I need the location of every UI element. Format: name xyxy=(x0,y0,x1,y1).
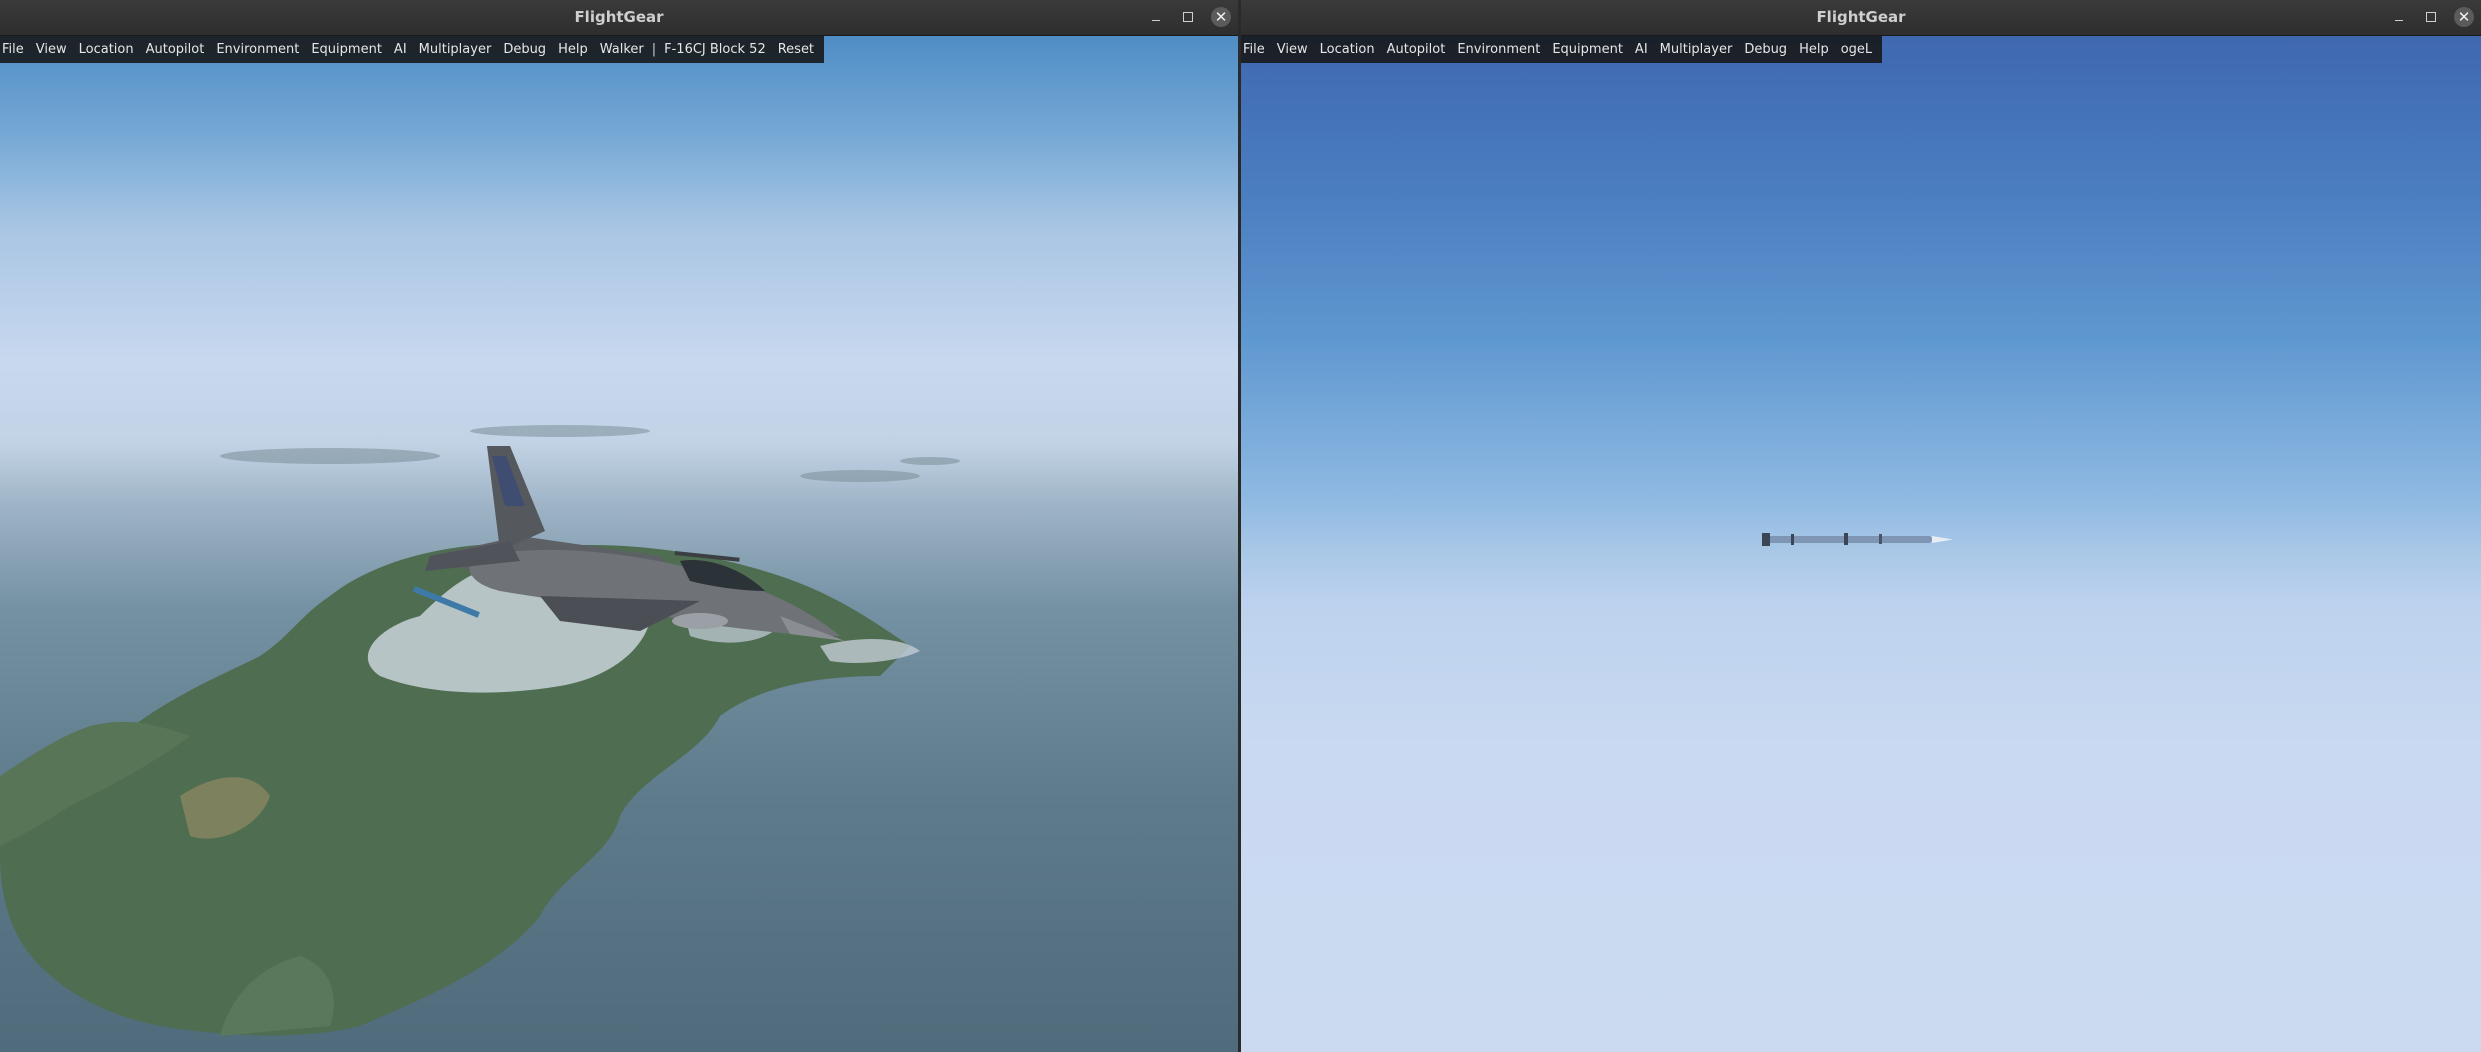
menu-location[interactable]: Location xyxy=(73,36,140,63)
menu-bar: File View Location Autopilot Environment… xyxy=(1241,36,1883,63)
scene-graphics xyxy=(0,425,960,1036)
flightgear-window-left: FlightGear ✕ File View Location Autopilo… xyxy=(0,0,1238,1052)
menu-walker[interactable]: Walker xyxy=(594,36,650,63)
menu-autopilot[interactable]: Autopilot xyxy=(1381,36,1452,63)
simulator-viewport[interactable] xyxy=(0,36,1238,1052)
menu-environment[interactable]: Environment xyxy=(1451,36,1546,63)
menu-environment[interactable]: Environment xyxy=(210,36,305,63)
menu-separator: | xyxy=(651,42,657,57)
menu-view[interactable]: View xyxy=(30,36,73,63)
window-title: FlightGear xyxy=(574,8,664,26)
menu-help[interactable]: Help xyxy=(552,36,594,63)
menu-ogel[interactable]: ogeL xyxy=(1835,36,1878,63)
menu-multiplayer[interactable]: Multiplayer xyxy=(413,36,498,63)
menu-debug[interactable]: Debug xyxy=(1738,36,1793,63)
menu-ai[interactable]: AI xyxy=(388,36,413,63)
menu-multiplayer[interactable]: Multiplayer xyxy=(1654,36,1739,63)
menu-autopilot[interactable]: Autopilot xyxy=(140,36,211,63)
maximize-icon[interactable] xyxy=(1178,7,1198,27)
simulator-viewport[interactable] xyxy=(1241,36,2481,1052)
minimize-icon[interactable] xyxy=(1146,7,1166,27)
menu-bar: File View Location Autopilot Environment… xyxy=(0,36,825,63)
menu-location[interactable]: Location xyxy=(1314,36,1381,63)
menu-debug[interactable]: Debug xyxy=(497,36,552,63)
flightgear-window-right: FlightGear ✕ File View Location Autopilo… xyxy=(1241,0,2481,1052)
window-titlebar[interactable]: FlightGear ✕ xyxy=(0,0,1238,36)
maximize-icon[interactable] xyxy=(2421,7,2441,27)
menu-reset[interactable]: Reset xyxy=(772,36,820,63)
menu-ai[interactable]: AI xyxy=(1629,36,1654,63)
menu-help[interactable]: Help xyxy=(1793,36,1835,63)
menu-equipment[interactable]: Equipment xyxy=(305,36,388,63)
menu-view[interactable]: View xyxy=(1271,36,1314,63)
menu-file[interactable]: File xyxy=(1241,36,1271,63)
f16-aircraft xyxy=(412,446,845,641)
menu-aircraft[interactable]: F-16CJ Block 52 xyxy=(658,36,772,63)
minimize-icon[interactable] xyxy=(2389,7,2409,27)
menu-equipment[interactable]: Equipment xyxy=(1546,36,1629,63)
close-icon[interactable]: ✕ xyxy=(2454,7,2474,27)
menu-file[interactable]: File xyxy=(0,36,30,63)
close-icon[interactable]: ✕ xyxy=(1211,7,1231,27)
distant-islands xyxy=(220,425,960,482)
window-title: FlightGear xyxy=(1816,8,1906,26)
scene-graphics xyxy=(1762,533,1953,546)
missile-model xyxy=(1762,533,1953,546)
window-titlebar[interactable]: FlightGear ✕ xyxy=(1241,0,2481,36)
